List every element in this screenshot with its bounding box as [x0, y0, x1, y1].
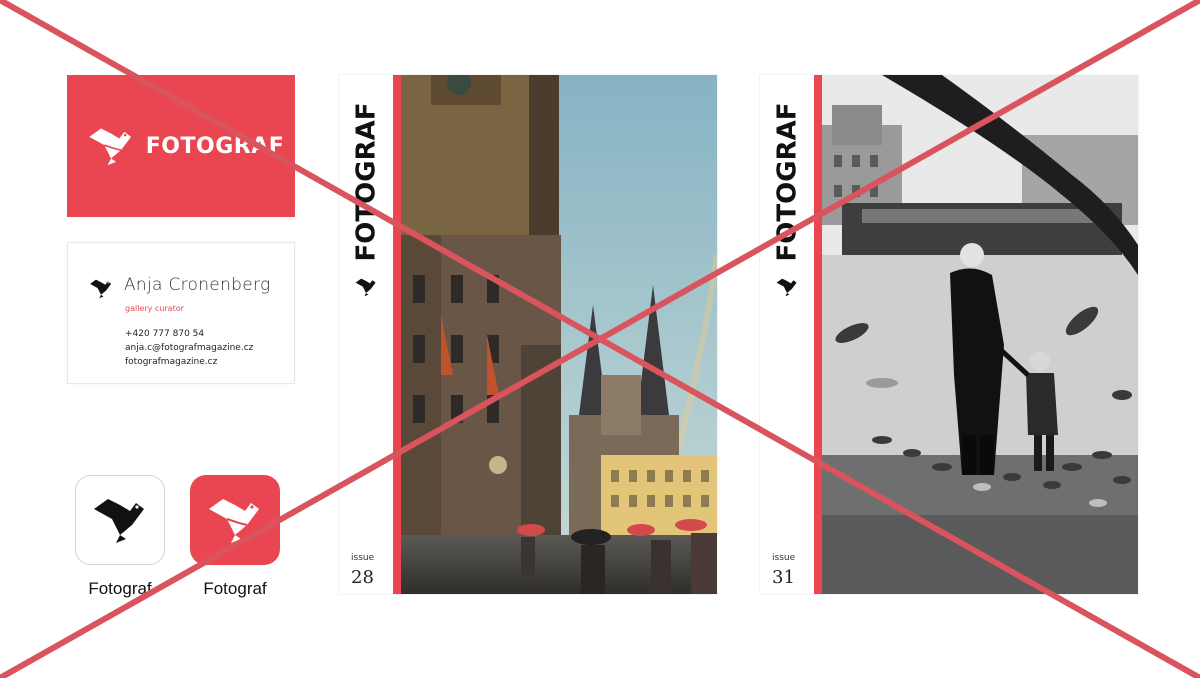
card-contact: +420 777 870 54 anja.c@fotografmagazine.… — [125, 327, 253, 369]
business-card: Anja Cronenberg gallery curator +420 777… — [67, 242, 295, 384]
cover-title: FOTOGRAF — [773, 103, 803, 262]
cover-spine: FOTOGRAF issue 31 — [760, 75, 814, 594]
issue-number: 28 — [351, 567, 374, 588]
bird-logo-icon — [90, 279, 112, 299]
app-icon-red[interactable] — [190, 475, 280, 565]
card-website: fotografmagazine.cz — [125, 357, 218, 367]
magazine-cover-28: FOTOGRAF issue 28 — [339, 75, 717, 594]
cover-photo-old-town — [401, 75, 717, 594]
magazine-cover-31: FOTOGRAF issue 31 — [760, 75, 1138, 594]
cover-spine: FOTOGRAF issue 28 — [339, 75, 393, 594]
brand-wordmark: FOTOGRAF — [145, 133, 285, 159]
app-icon-label: Fotograf — [203, 579, 267, 598]
accent-stripe — [393, 75, 401, 594]
accent-stripe — [814, 75, 822, 594]
issue-label: issue — [351, 553, 375, 563]
bird-logo-icon — [209, 499, 259, 543]
svg-text:FOTOGRAF: FOTOGRAF — [773, 103, 803, 262]
card-phone: +420 777 870 54 — [125, 329, 205, 339]
app-icon-light[interactable] — [75, 475, 165, 565]
card-role: gallery curator — [125, 304, 184, 313]
card-email: anja.c@fotografmagazine.cz — [125, 343, 254, 353]
app-icon-label: Fotograf — [88, 579, 152, 598]
brand-presentation: FOTOGRAF Anja Cronenberg gallery curator… — [0, 0, 1200, 678]
bird-logo-icon — [94, 499, 144, 543]
issue-label: issue — [772, 553, 796, 563]
cover-title: FOTOGRAF — [352, 103, 382, 262]
issue-number: 31 — [772, 567, 795, 588]
svg-text:FOTOGRAF: FOTOGRAF — [352, 103, 382, 262]
card-name: Anja Cronenberg — [124, 275, 271, 295]
bird-logo-icon — [89, 128, 131, 166]
bird-logo-icon — [355, 278, 376, 297]
cover-photo-pigeons — [822, 75, 1138, 594]
bird-logo-icon — [776, 278, 797, 297]
brand-card: FOTOGRAF — [67, 75, 295, 217]
